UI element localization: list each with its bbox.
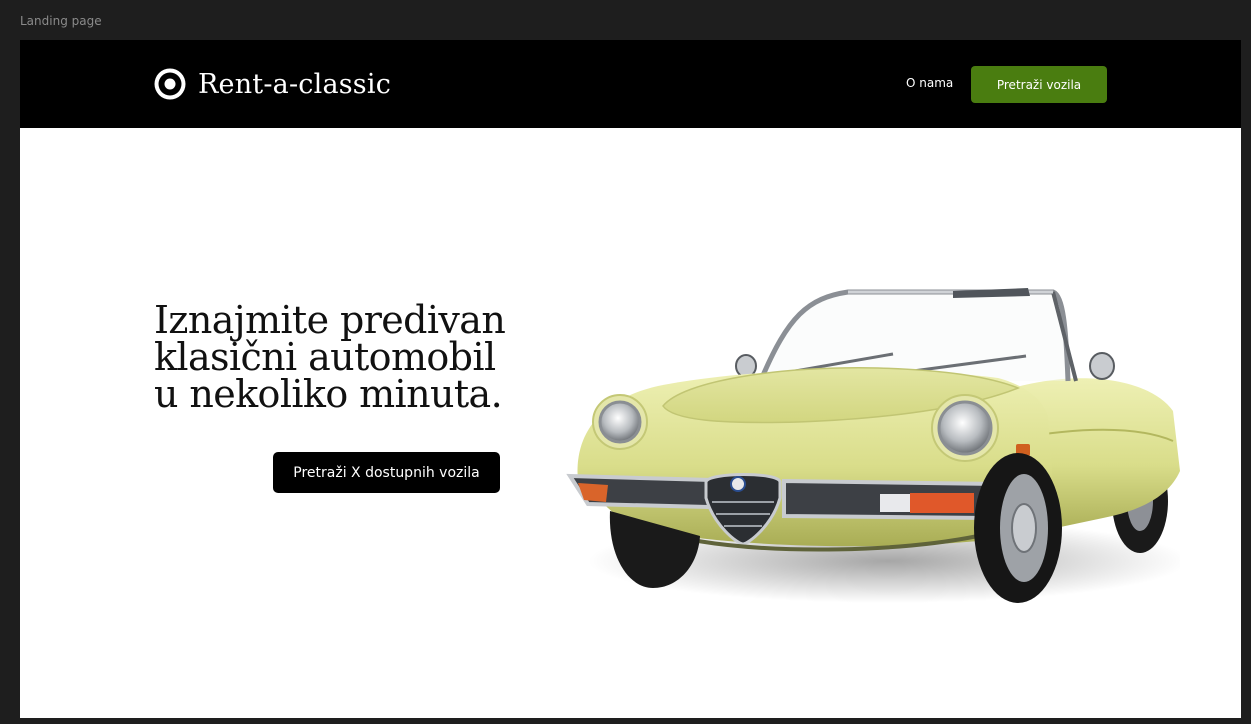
hero-heading: Iznajmite predivan klasični automobil u …: [154, 298, 554, 416]
hero-heading-line: klasični automobil: [154, 335, 496, 379]
navbar: Rent-a-classic O nama Pretraži vozila: [20, 40, 1241, 128]
target-circle-icon: [154, 68, 186, 100]
landing-page-frame: Rent-a-classic O nama Pretraži vozila Iz…: [20, 40, 1241, 718]
hero-car-image: [566, 288, 1180, 603]
brand[interactable]: Rent-a-classic: [153, 67, 391, 101]
frame-label: Landing page: [20, 14, 102, 28]
hero-heading-line: u nekoliko minuta.: [154, 372, 503, 416]
search-vehicles-button[interactable]: Pretraži vozila: [971, 66, 1107, 103]
about-link[interactable]: O nama: [906, 76, 953, 90]
search-available-vehicles-button[interactable]: Pretraži X dostupnih vozila: [273, 452, 500, 493]
hero-heading-line: Iznajmite predivan: [154, 298, 506, 342]
brand-name: Rent-a-classic: [198, 68, 392, 100]
